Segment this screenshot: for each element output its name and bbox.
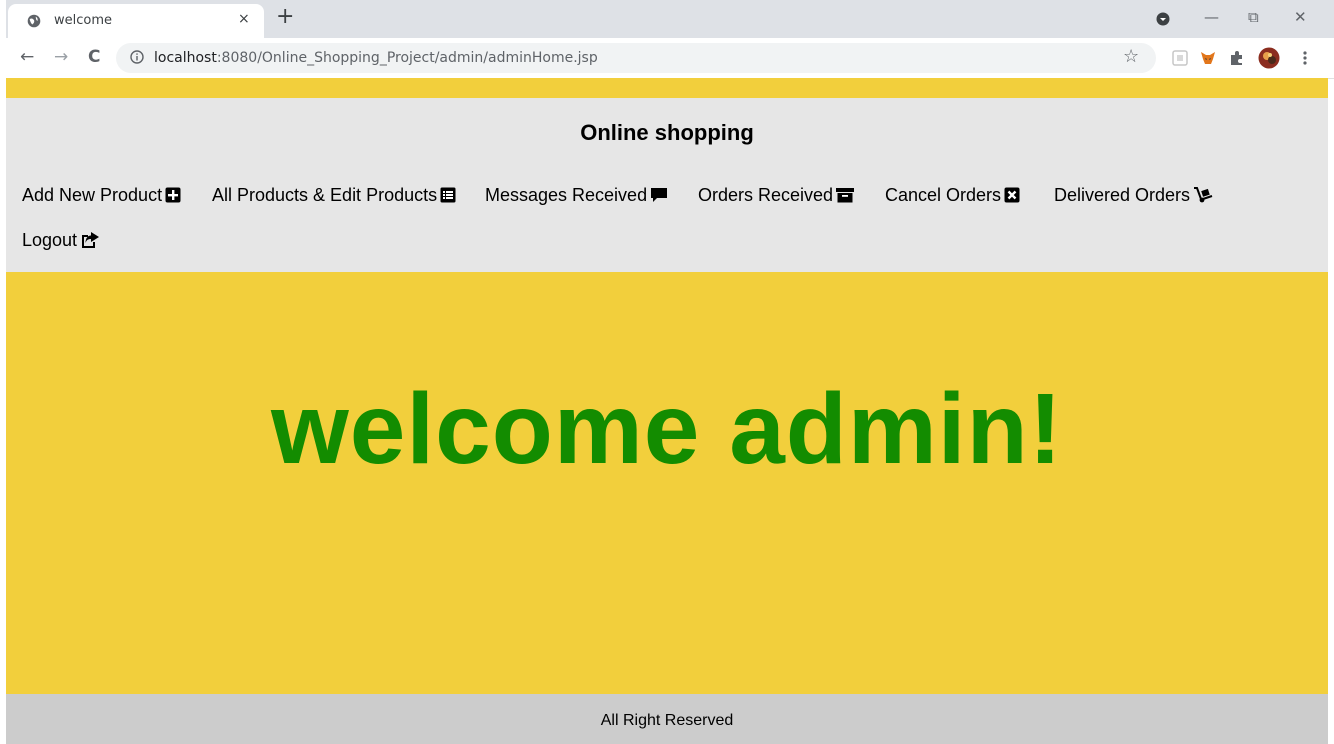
metamask-fox-icon[interactable] xyxy=(1199,49,1217,67)
dolly-icon xyxy=(1194,187,1213,203)
nav-label: Logout xyxy=(22,229,78,250)
restore-button[interactable]: ⧉ xyxy=(1248,8,1259,26)
bookmark-star-icon[interactable]: ☆ xyxy=(1123,46,1139,67)
list-alt-icon xyxy=(440,187,456,203)
nav-logout[interactable]: Logout xyxy=(22,229,100,251)
nav-delivered-orders[interactable]: Delivered Orders xyxy=(1054,184,1213,206)
nav-label: Cancel Orders xyxy=(885,184,1002,205)
share-square-icon xyxy=(82,232,100,249)
times-square-icon xyxy=(1004,187,1020,203)
nav-cancel-orders[interactable]: Cancel Orders xyxy=(885,184,1020,206)
avatar[interactable] xyxy=(1258,47,1280,69)
nav-label: All Products & Edit Products xyxy=(212,184,438,205)
globe-icon xyxy=(27,14,41,28)
archive-icon xyxy=(836,188,855,203)
plus-square-icon xyxy=(165,187,181,203)
comment-icon xyxy=(651,188,668,203)
close-window-button[interactable]: ✕ xyxy=(1294,8,1307,26)
nav-orders-received[interactable]: Orders Received xyxy=(698,184,855,206)
site-footer: All Right Reserved xyxy=(6,694,1328,744)
window-edge xyxy=(0,0,6,744)
forward-button[interactable]: → xyxy=(54,47,68,67)
tab-title: welcome xyxy=(54,13,113,28)
browser-tab[interactable]: welcome × xyxy=(8,4,264,38)
page-content: Online shopping Add New Product All Prod… xyxy=(6,78,1328,744)
browser-tab-strip: welcome × + — ⧉ ✕ xyxy=(0,0,1334,38)
tab-close-icon[interactable]: × xyxy=(238,11,250,27)
new-tab-button[interactable]: + xyxy=(276,6,294,28)
top-banner-strip xyxy=(6,78,1328,98)
url-host: localhost xyxy=(154,50,217,66)
extensions-puzzle-icon[interactable] xyxy=(1228,49,1246,67)
site-title: Online shopping xyxy=(580,120,754,145)
profile-menu-icon[interactable] xyxy=(1156,12,1170,26)
browser-toolbar: ← → C localhost:8080/Online_Shopping_Pro… xyxy=(0,38,1334,79)
welcome-banner: welcome admin! xyxy=(6,272,1328,694)
nav-all-products-edit[interactable]: All Products & Edit Products xyxy=(212,184,456,206)
nav-label: Orders Received xyxy=(698,184,834,205)
url-text: localhost:8080/Online_Shopping_Project/a… xyxy=(154,50,598,66)
back-button[interactable]: ← xyxy=(20,47,34,67)
site-header: Online shopping Add New Product All Prod… xyxy=(6,98,1328,272)
minimize-button[interactable]: — xyxy=(1204,8,1219,26)
address-bar[interactable]: localhost:8080/Online_Shopping_Project/a… xyxy=(116,43,1156,73)
reload-button[interactable]: C xyxy=(88,47,100,67)
browser-menu-icon[interactable] xyxy=(1296,49,1314,67)
info-icon[interactable] xyxy=(130,50,144,64)
nav-label: Add New Product xyxy=(22,184,163,205)
nav-label: Messages Received xyxy=(485,184,648,205)
welcome-heading: welcome admin! xyxy=(271,373,1063,485)
url-path: :8080/Online_Shopping_Project/admin/admi… xyxy=(216,50,598,66)
nav-add-new-product[interactable]: Add New Product xyxy=(22,184,181,206)
nav-messages-received[interactable]: Messages Received xyxy=(485,184,668,206)
nav-label: Delivered Orders xyxy=(1054,184,1191,205)
extension-reader-icon[interactable] xyxy=(1171,49,1189,67)
footer-text: All Right Reserved xyxy=(600,712,734,729)
